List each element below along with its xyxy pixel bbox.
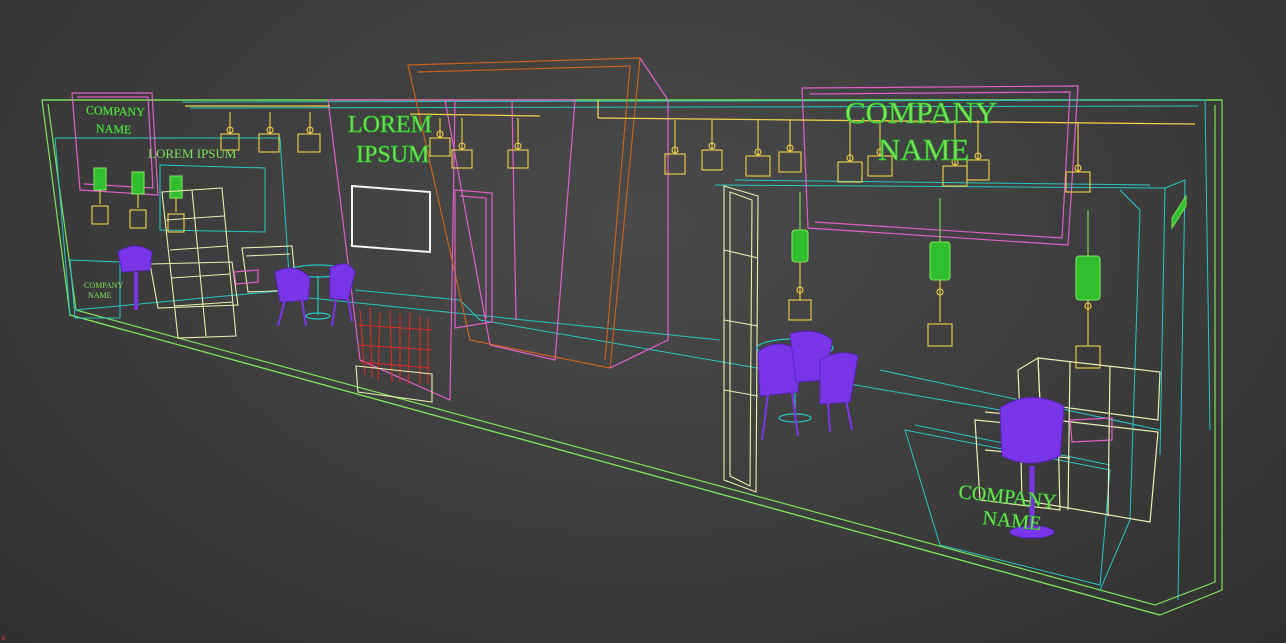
magenta-items xyxy=(233,269,1113,443)
sign-left-counter: COMPANY NAME xyxy=(84,281,123,300)
left-booth-top-line2: NAME xyxy=(96,121,131,136)
axis-gizmo-label: x xyxy=(1,633,6,642)
pendant-lamps xyxy=(91,167,1101,369)
center-grid-panel xyxy=(723,185,759,493)
left-booth-top-line1: COMPANY xyxy=(86,103,145,119)
3d-wireframe-viewport[interactable]: COMPANY NAME LOREM IPSUM COMPANY NAME LO… xyxy=(0,0,1286,643)
right-header-line1: COMPANY xyxy=(845,95,997,130)
left-counter-line1: COMPANY xyxy=(84,281,123,290)
purple-chairs xyxy=(117,245,1065,539)
booth-wireframe-render: COMPANY NAME LOREM IPSUM COMPANY NAME LO… xyxy=(41,57,1223,616)
white-display-screen xyxy=(351,184,431,254)
right-header-line2: NAME xyxy=(878,132,969,167)
center-wall-line2: IPSUM xyxy=(356,142,429,168)
sign-left-header: LOREM IPSUM xyxy=(148,146,237,161)
light-rails xyxy=(185,100,1196,125)
left-counter-line2: NAME xyxy=(88,291,112,300)
center-wall-line1: LOREM xyxy=(348,112,432,138)
red-plant-planter xyxy=(355,307,433,403)
sign-left-booth-top: COMPANY NAME xyxy=(86,103,146,137)
sign-center-wall: LOREM IPSUM xyxy=(348,112,433,169)
right-counter-line1: COMPANY xyxy=(957,481,1057,513)
left-shelf-unit xyxy=(149,187,297,339)
